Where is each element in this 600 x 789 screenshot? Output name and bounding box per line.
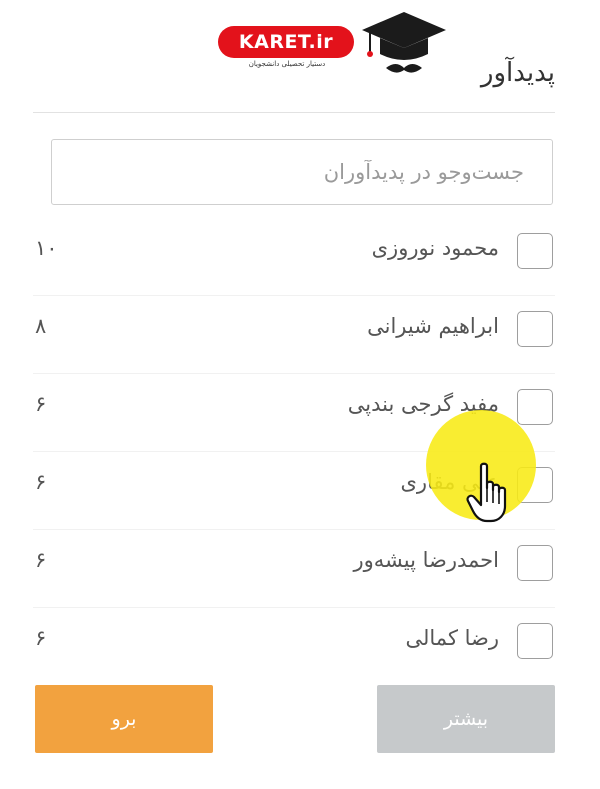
author-count: ۶: [35, 626, 47, 650]
author-checkbox[interactable]: [517, 623, 553, 659]
karet-logo: KARET.ir دستیار تحصیلی دانشجویان: [218, 8, 448, 80]
author-label: رضا کمالی: [405, 626, 500, 650]
author-label: ابراهیم شیرانی: [367, 314, 499, 338]
author-checkbox[interactable]: [517, 233, 553, 269]
author-count: ۸: [35, 314, 47, 338]
logo-brand: KARET.ir: [218, 26, 354, 58]
author-item[interactable]: محمود نوروزی ۱۰: [33, 218, 555, 296]
title-divider: [33, 112, 555, 113]
author-count: ۶: [35, 470, 47, 494]
author-label: محمود نوروزی: [371, 236, 499, 260]
author-checkbox[interactable]: [517, 311, 553, 347]
filter-title: پدیدآور: [480, 58, 555, 88]
author-count: ۱۰: [35, 236, 58, 260]
author-filter-panel: KARET.ir دستیار تحصیلی دانشجویان پدیدآور…: [33, 0, 555, 789]
author-checkbox[interactable]: [517, 389, 553, 425]
author-search-input[interactable]: [51, 139, 553, 205]
author-count: ۶: [35, 548, 47, 572]
author-label: احمدرضا پیشه‌ور: [353, 548, 499, 572]
hand-cursor-icon: [466, 462, 507, 523]
author-item[interactable]: احمدرضا پیشه‌ور ۶: [33, 530, 555, 608]
logo-tagline: دستیار تحصیلی دانشجویان: [248, 60, 326, 68]
author-count: ۶: [35, 392, 47, 416]
go-button[interactable]: برو: [35, 685, 213, 753]
graduation-cap-icon: [362, 12, 446, 73]
more-button[interactable]: بیشتر: [377, 685, 555, 753]
author-checkbox[interactable]: [517, 545, 553, 581]
author-item[interactable]: ابراهیم شیرانی ۸: [33, 296, 555, 374]
author-item[interactable]: رضا کمالی ۶: [33, 608, 555, 685]
